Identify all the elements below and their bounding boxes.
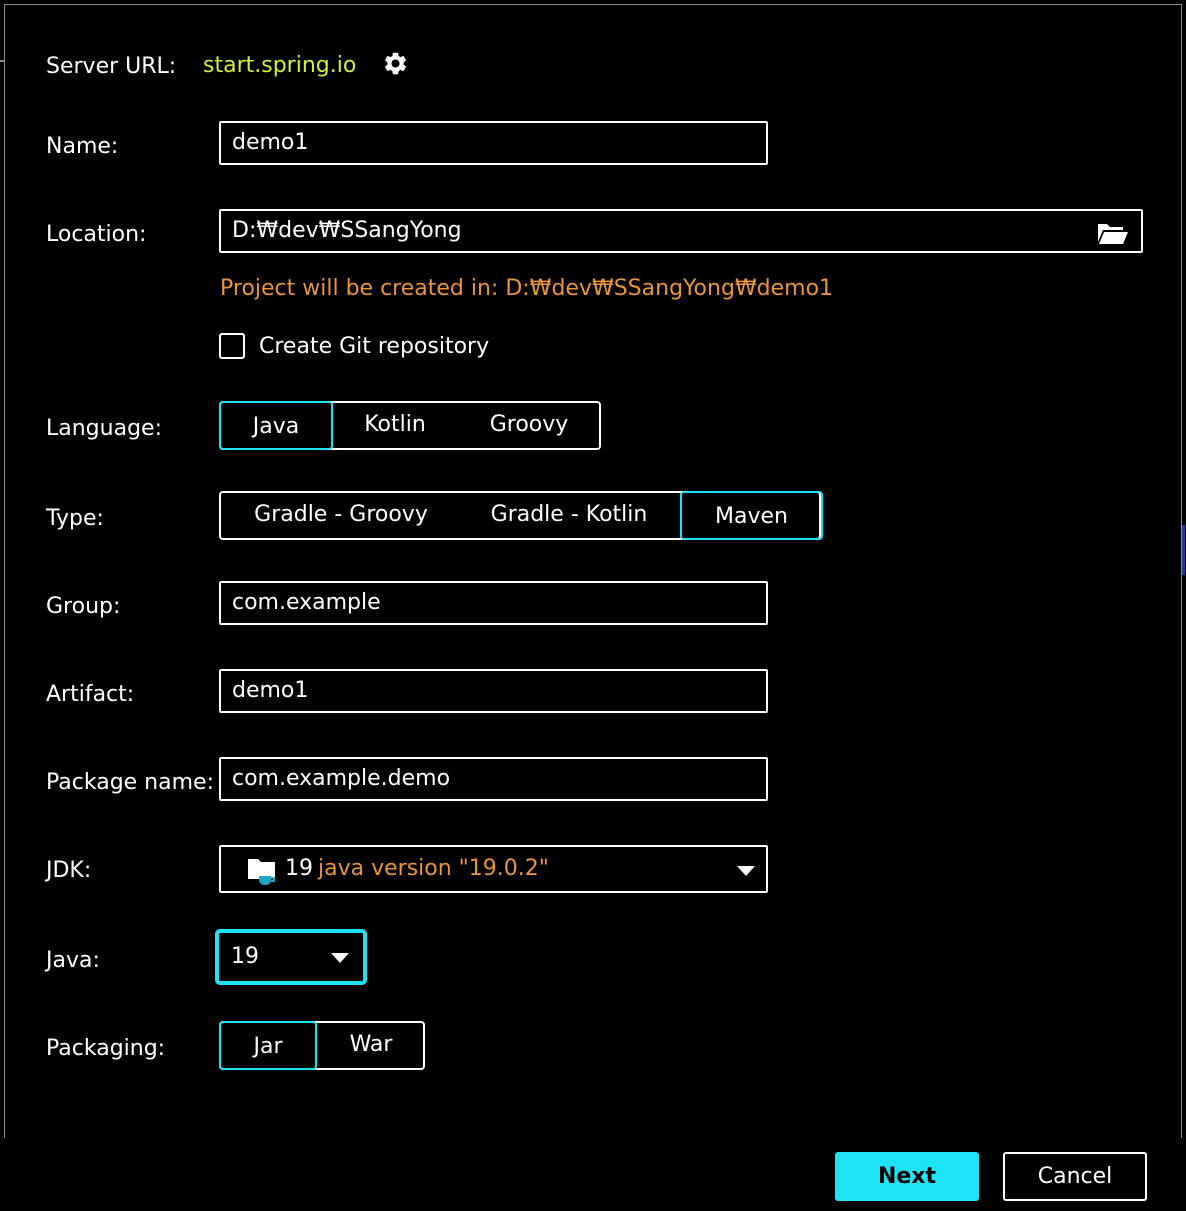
- language-label: Language:: [46, 416, 162, 441]
- window-edge-tick: [0, 60, 4, 62]
- cancel-button[interactable]: Cancel: [1003, 1152, 1147, 1201]
- group-input[interactable]: com.example: [219, 581, 768, 625]
- dialog-border-left: [4, 4, 5, 1138]
- location-input[interactable]: D:₩dev₩SSangYong: [219, 209, 1143, 253]
- packaging-option-jar[interactable]: Jar: [219, 1021, 317, 1070]
- java-version-select[interactable]: 19: [215, 929, 367, 985]
- java-version-value: 19: [231, 944, 259, 969]
- group-label: Group:: [46, 594, 121, 619]
- type-label: Type:: [46, 506, 104, 531]
- type-segmented-control: Gradle - Groovy Gradle - Kotlin Maven: [219, 491, 823, 540]
- jdk-number: 19: [285, 856, 313, 881]
- jdk-version: java version "19.0.2": [318, 856, 549, 881]
- packaging-label: Packaging:: [46, 1036, 166, 1061]
- jdk-select[interactable]: 19 java version "19.0.2": [219, 845, 768, 893]
- name-input[interactable]: demo1: [219, 121, 768, 165]
- location-value: D:₩dev₩SSangYong: [232, 218, 462, 243]
- next-button[interactable]: Next: [835, 1152, 979, 1201]
- server-url-link[interactable]: start.spring.io: [203, 53, 356, 78]
- language-option-kotlin[interactable]: Kotlin: [333, 401, 457, 450]
- type-option-maven[interactable]: Maven: [680, 491, 823, 540]
- java-label: Java:: [46, 948, 100, 973]
- package-name-label: Package name:: [46, 770, 214, 795]
- git-checkbox[interactable]: [219, 333, 245, 359]
- packaging-option-war[interactable]: War: [317, 1021, 425, 1070]
- name-label: Name:: [46, 134, 119, 159]
- type-option-gradle-groovy[interactable]: Gradle - Groovy: [225, 491, 457, 540]
- dialog-border-top: [5, 4, 1181, 5]
- language-segmented-control: Java Kotlin Groovy: [219, 401, 601, 450]
- gear-icon[interactable]: [382, 50, 409, 77]
- artifact-input[interactable]: demo1: [219, 669, 768, 713]
- jdk-label: JDK:: [46, 858, 92, 883]
- packaging-segmented-control: Jar War: [219, 1021, 425, 1070]
- folder-open-icon[interactable]: [1097, 221, 1129, 245]
- jdk-folder-icon: [248, 859, 275, 885]
- package-name-input[interactable]: com.example.demo: [219, 757, 768, 801]
- chevron-down-icon: [331, 953, 349, 963]
- language-option-groovy[interactable]: Groovy: [457, 401, 601, 450]
- window-edge-highlight: [1182, 525, 1185, 575]
- location-hint: Project will be created in: D:₩dev₩SSang…: [220, 276, 834, 301]
- location-label: Location:: [46, 222, 147, 247]
- language-option-java[interactable]: Java: [219, 401, 333, 450]
- type-option-gradle-kotlin[interactable]: Gradle - Kotlin: [457, 491, 681, 540]
- git-checkbox-label[interactable]: Create Git repository: [259, 334, 489, 359]
- chevron-down-icon: [737, 866, 755, 876]
- server-url-label: Server URL:: [46, 54, 177, 79]
- artifact-label: Artifact:: [46, 682, 135, 707]
